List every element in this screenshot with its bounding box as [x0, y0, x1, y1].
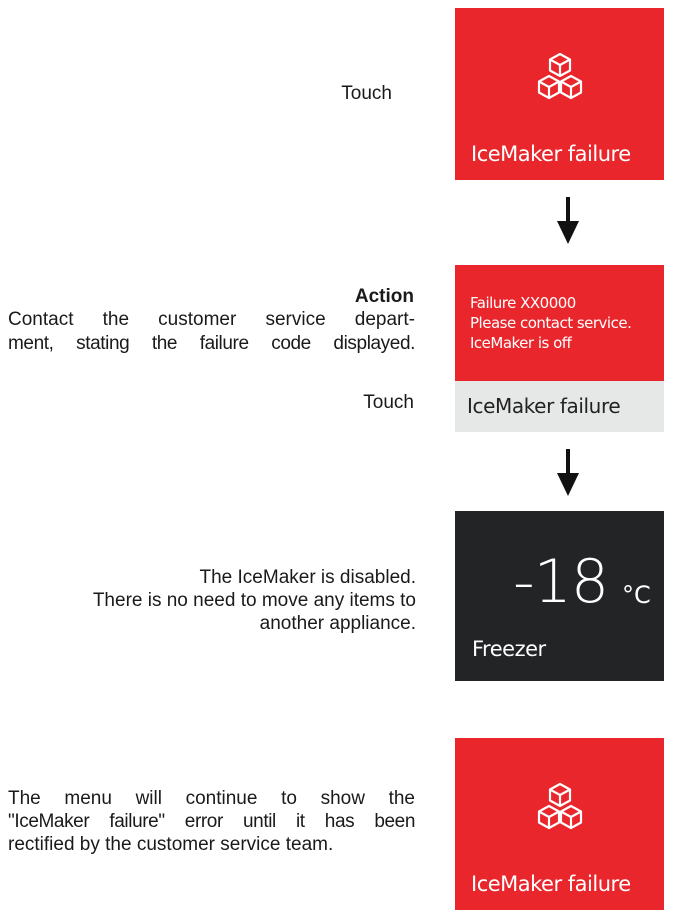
menu-note-line-1: The menu will continue to show the: [8, 788, 415, 809]
menu-note-line-3: rectified by the customer service team.: [8, 834, 334, 855]
touch-instruction-2: Touch: [363, 392, 414, 413]
icemaker-failure-panel-2[interactable]: IceMaker failure: [455, 738, 664, 910]
action-text-line-1: Contact the customer service depart-: [8, 309, 415, 330]
icemaker-failure-menu-item[interactable]: IceMaker failure: [455, 381, 664, 432]
icemaker-failure-panel-1[interactable]: IceMaker failure: [455, 8, 664, 180]
failure-code-text: Failure XX0000: [470, 294, 576, 312]
temperature-unit: °C: [622, 581, 651, 609]
action-text-line-2: ment, stating the failure code displayed…: [8, 333, 415, 354]
freezer-label: Freezer: [472, 637, 546, 661]
disabled-text-line-3: another appliance.: [259, 613, 416, 634]
temperature-value: -18: [513, 547, 609, 617]
freezer-temperature-panel[interactable]: -18 °C Freezer: [455, 511, 664, 681]
icemaker-off-text: IceMaker is off: [470, 334, 572, 352]
arrow-down-icon: [557, 449, 579, 496]
failure-code-panel[interactable]: Failure XX0000 Please contact service. I…: [455, 265, 664, 381]
menu-item-label: IceMaker failure: [467, 394, 621, 418]
contact-service-text: Please contact service.: [470, 314, 632, 332]
disabled-text-line-2: There is no need to move any items to: [92, 590, 416, 611]
ice-cubes-icon: [537, 782, 583, 830]
menu-note-line-2: "IceMaker failure" error until it has be…: [8, 811, 415, 832]
ice-cubes-icon: [537, 52, 583, 100]
action-title: Action: [354, 286, 414, 307]
touch-instruction-1: Touch: [341, 83, 392, 104]
panel-label: IceMaker failure: [471, 142, 631, 166]
disabled-text-line-1: The IceMaker is disabled.: [199, 567, 417, 588]
panel-label: IceMaker failure: [471, 872, 631, 896]
arrow-down-icon: [557, 197, 579, 244]
